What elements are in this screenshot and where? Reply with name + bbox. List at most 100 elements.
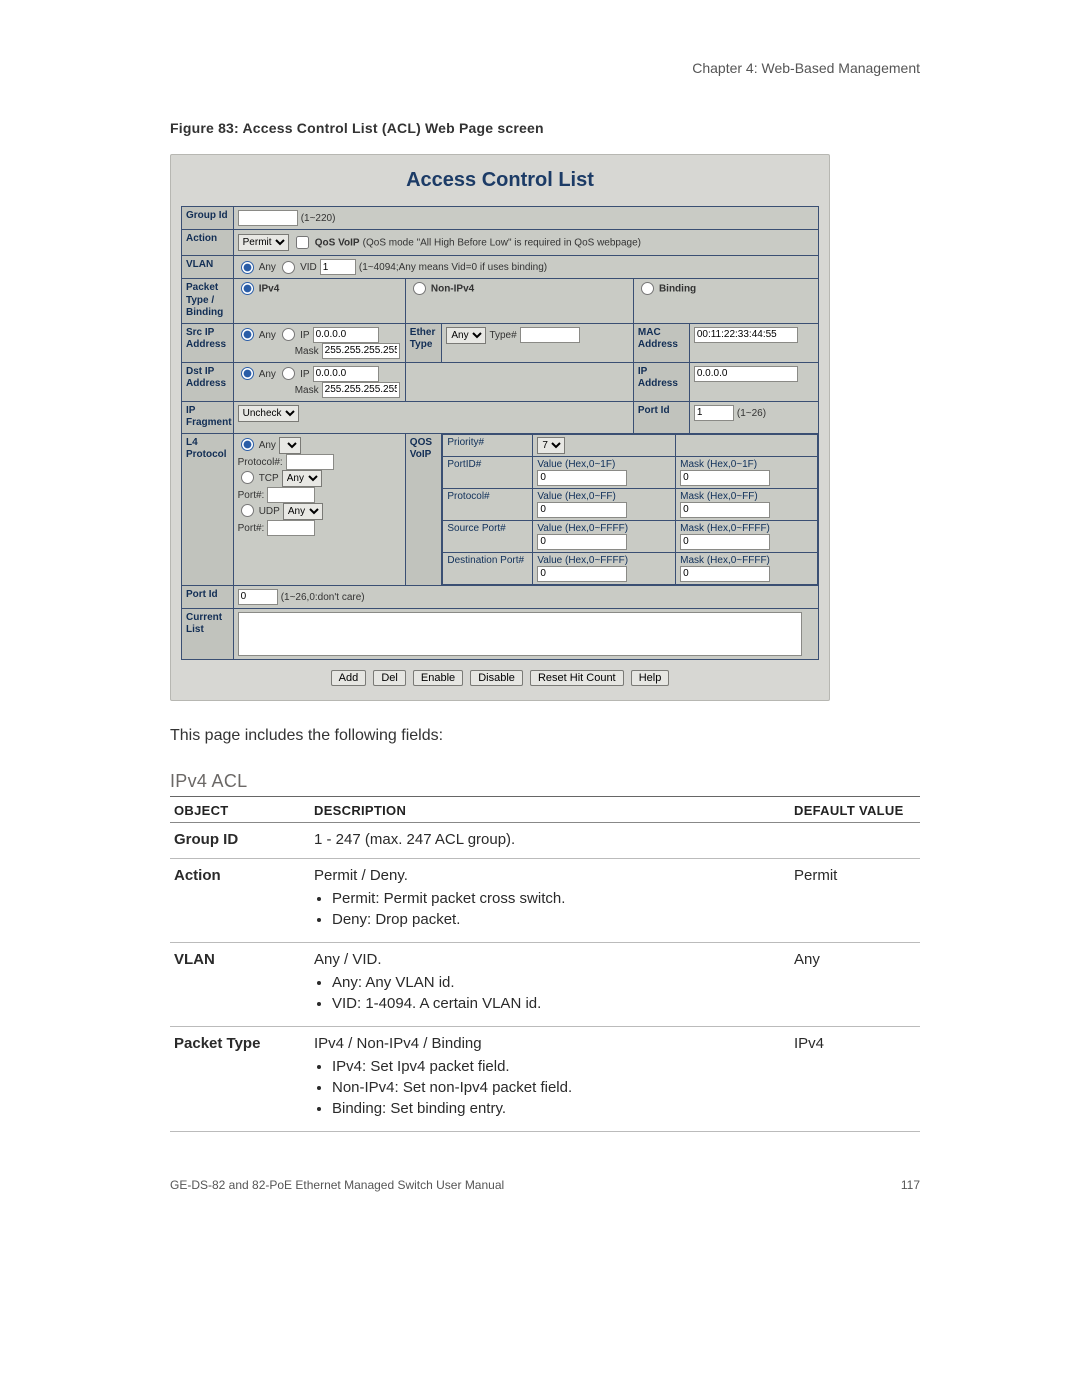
l4-any-select[interactable] xyxy=(279,437,301,454)
footer-left: GE-DS-82 and 82-PoE Ethernet Managed Swi… xyxy=(170,1178,504,1192)
l4-any-radio[interactable] xyxy=(241,438,254,451)
currentlist-textarea[interactable] xyxy=(238,612,803,656)
vlan-any-radio[interactable] xyxy=(241,261,254,274)
bullet: Non-IPv4: Set non-Ipv4 packet field. xyxy=(332,1079,786,1096)
qos-val-label: Value (Hex,0~1F) xyxy=(537,459,615,470)
qos-val-input[interactable] xyxy=(537,502,627,518)
portid-right-label: Port Id xyxy=(633,401,689,433)
pkt-ipv4-radio[interactable] xyxy=(241,282,254,295)
qos-priority-select[interactable]: 7 xyxy=(537,437,565,454)
group-id-input[interactable] xyxy=(238,210,298,226)
srcip-any-radio[interactable] xyxy=(241,328,254,341)
cell-default: Permit xyxy=(790,858,920,942)
table-row: ActionPermit / Deny.Permit: Permit packe… xyxy=(170,858,920,942)
qos-mask-input[interactable] xyxy=(680,566,770,582)
l4-udp-select[interactable]: Any xyxy=(283,503,323,520)
desc-intro: This page includes the following fields: xyxy=(170,727,920,745)
vlan-vid-input[interactable] xyxy=(320,259,356,275)
acl-title: Access Control List xyxy=(171,169,829,192)
l4-port1-input[interactable] xyxy=(267,487,315,503)
qos-val-label: Value (Hex,0~FFFF) xyxy=(537,523,628,534)
srcip-ip-label: IP xyxy=(300,329,309,340)
l4-tcp-radio[interactable] xyxy=(241,471,254,484)
qos-val-input[interactable] xyxy=(537,470,627,486)
srcip-any-label: Any xyxy=(259,329,276,340)
srcip-ip-radio[interactable] xyxy=(282,328,295,341)
qos-val-input[interactable] xyxy=(537,566,627,582)
pkt-nonipv4-radio[interactable] xyxy=(413,282,426,295)
qos-mask-input[interactable] xyxy=(680,502,770,518)
enable-button[interactable]: Enable xyxy=(413,670,463,686)
portid-bottom-input[interactable] xyxy=(238,589,278,605)
cell-object: VLAN xyxy=(170,942,310,1026)
l4-udp-radio[interactable] xyxy=(241,504,254,517)
th-description: DESCRIPTION xyxy=(310,796,790,822)
l4-port2-label: Port#: xyxy=(238,522,265,533)
qos-mask-input[interactable] xyxy=(680,470,770,486)
qos-row-name: Priority# xyxy=(447,437,484,448)
cell-description: Any / VID.Any: Any VLAN id.VID: 1-4094. … xyxy=(310,942,790,1026)
cell-default xyxy=(790,822,920,858)
disable-button[interactable]: Disable xyxy=(470,670,523,686)
vlan-hint: (1~4094;Any means Vid=0 if uses binding) xyxy=(359,262,547,273)
section-heading: IPv4 ACL xyxy=(170,771,920,792)
bullet: VID: 1-4094. A certain VLAN id. xyxy=(332,995,786,1012)
dstip-ip-radio[interactable] xyxy=(282,367,295,380)
ethertype-select[interactable]: Any xyxy=(446,327,486,344)
group-id-hint: (1~220) xyxy=(301,213,336,224)
table-row: Group ID1 - 247 (max. 247 ACL group). xyxy=(170,822,920,858)
dstip-mask-input[interactable] xyxy=(322,382,400,398)
chapter-header: Chapter 4: Web-Based Management xyxy=(170,60,920,76)
reset-hit-button[interactable]: Reset Hit Count xyxy=(530,670,624,686)
srcip-mask-label: Mask xyxy=(295,345,319,356)
l4-tcp-select[interactable]: Any xyxy=(282,470,322,487)
pkt-binding-radio[interactable] xyxy=(641,282,654,295)
qos-row-name: Destination Port# xyxy=(447,555,524,566)
qosvoip-label: QOS VoIP xyxy=(405,433,442,585)
ipfrag-select[interactable]: Uncheck xyxy=(238,405,299,422)
ethertype-input[interactable] xyxy=(520,327,580,343)
mac-label: MAC Address xyxy=(633,323,689,362)
l4-label: L4 Protocol xyxy=(182,433,234,585)
l4-port2-input[interactable] xyxy=(267,520,315,536)
portid-right-hint: (1~26) xyxy=(737,407,766,418)
l4-any-label: Any xyxy=(259,440,276,451)
l4-port1-label: Port#: xyxy=(238,489,265,500)
table-row: VLANAny / VID.Any: Any VLAN id.VID: 1-40… xyxy=(170,942,920,1026)
ipaddr-right-label: IP Address xyxy=(633,362,689,401)
qos-mask-label: Mask (Hex,0~FFFF) xyxy=(680,523,770,534)
ipaddr-right-input[interactable] xyxy=(694,366,798,382)
portid-right-input[interactable] xyxy=(694,405,734,421)
mac-input[interactable] xyxy=(694,327,798,343)
vlan-any-label: Any xyxy=(259,262,276,273)
qos-mask-input[interactable] xyxy=(680,534,770,550)
action-label: Action xyxy=(182,230,234,256)
l4-protocol-input[interactable] xyxy=(286,454,334,470)
pkt-binding-label: Binding xyxy=(659,283,696,294)
qos-row-name: Source Port# xyxy=(447,523,505,534)
cell-description: 1 - 247 (max. 247 ACL group). xyxy=(310,822,790,858)
l4-tcp-label: TCP xyxy=(259,473,279,484)
qos-val-input[interactable] xyxy=(537,534,627,550)
action-select[interactable]: Permit xyxy=(238,234,289,251)
vlan-vid-radio[interactable] xyxy=(282,261,295,274)
dstip-mask-label: Mask xyxy=(295,384,319,395)
bullet: Any: Any VLAN id. xyxy=(332,974,786,991)
qos-voip-checkbox[interactable] xyxy=(296,236,309,249)
dstip-ip-input[interactable] xyxy=(313,366,379,382)
dstip-any-radio[interactable] xyxy=(241,367,254,380)
bullet: Permit: Permit packet cross switch. xyxy=(332,890,786,907)
help-button[interactable]: Help xyxy=(631,670,670,686)
srcip-mask-input[interactable] xyxy=(322,343,400,359)
l4-protocol-hash: Protocol#: xyxy=(238,456,283,467)
dstip-any-label: Any xyxy=(259,368,276,379)
cell-default: Any xyxy=(790,942,920,1026)
del-button[interactable]: Del xyxy=(373,670,406,686)
portid-bottom-label: Port Id xyxy=(182,585,234,608)
cell-default: IPv4 xyxy=(790,1026,920,1131)
add-button[interactable]: Add xyxy=(331,670,367,686)
srcip-ip-input[interactable] xyxy=(313,327,379,343)
cell-description: IPv4 / Non-IPv4 / BindingIPv4: Set Ipv4 … xyxy=(310,1026,790,1131)
dstip-ip-label: IP xyxy=(300,368,309,379)
description-table: OBJECT DESCRIPTION DEFAULT VALUE Group I… xyxy=(170,796,920,1132)
